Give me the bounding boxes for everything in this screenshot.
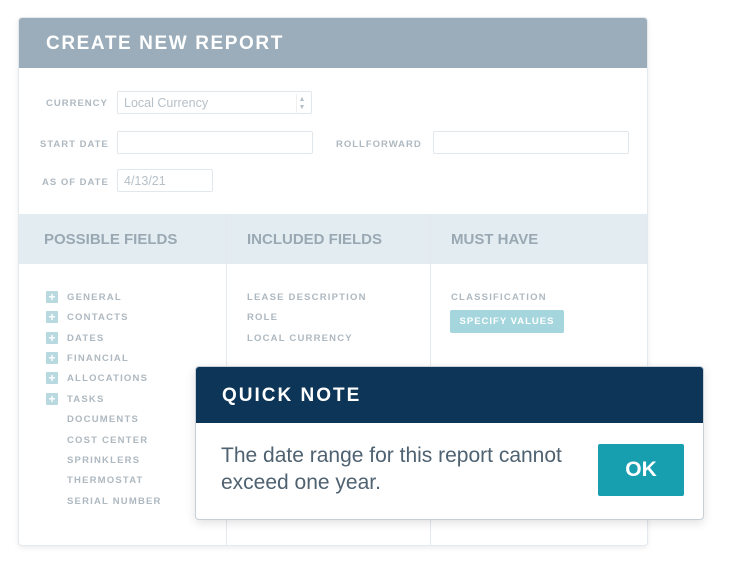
quick-note-modal: QUICK NOTE The date range for this repor…: [195, 366, 704, 520]
card-title: CREATE NEW REPORT: [46, 33, 284, 54]
start-date-input[interactable]: [117, 131, 313, 154]
rollforward-label: ROLLFORWARD: [336, 139, 422, 150]
possible-field-financial[interactable]: FINANCIAL: [67, 353, 129, 364]
plus-icon[interactable]: +: [46, 393, 58, 405]
possible-field-documents[interactable]: DOCUMENTS: [67, 414, 139, 425]
modal-title: QUICK NOTE: [222, 385, 362, 406]
possible-field-contacts[interactable]: CONTACTS: [67, 312, 129, 323]
included-field-local-currency[interactable]: LOCAL CURRENCY: [247, 333, 353, 344]
plus-icon[interactable]: +: [46, 352, 58, 364]
possible-field-allocations[interactable]: ALLOCATIONS: [67, 373, 148, 384]
as-of-date-label: AS OF DATE: [42, 177, 109, 188]
modal-message: The date range for this report cannot ex…: [221, 444, 562, 494]
start-date-label: START DATE: [40, 139, 109, 150]
currency-label: CURRENCY: [46, 98, 108, 109]
possible-field-dates[interactable]: DATES: [67, 333, 105, 344]
card-header: CREATE NEW REPORT: [19, 18, 647, 68]
possible-field-thermostat[interactable]: THERMOSTAT: [67, 475, 144, 486]
ok-button[interactable]: OK: [598, 444, 684, 496]
included-field-role[interactable]: ROLE: [247, 312, 278, 323]
plus-icon[interactable]: +: [46, 291, 58, 303]
columns-header: POSSIBLE FIELDS INCLUDED FIELDS MUST HAV…: [19, 214, 647, 264]
rollforward-input[interactable]: [433, 131, 629, 154]
included-fields-title: INCLUDED FIELDS: [247, 231, 382, 248]
currency-value: Local Currency: [124, 96, 209, 110]
modal-header: QUICK NOTE: [196, 367, 703, 423]
must-have-classification[interactable]: CLASSIFICATION: [451, 292, 547, 303]
as-of-date-input[interactable]: 4/13/21: [117, 169, 213, 192]
possible-field-cost-center[interactable]: COST CENTER: [67, 435, 148, 446]
included-field-lease-description[interactable]: LEASE DESCRIPTION: [247, 292, 367, 303]
must-have-title: MUST HAVE: [451, 231, 539, 248]
possible-field-serial-number[interactable]: SERIAL NUMBER: [67, 496, 162, 507]
plus-icon[interactable]: +: [46, 311, 58, 323]
possible-field-general[interactable]: GENERAL: [67, 292, 122, 303]
possible-fields-title: POSSIBLE FIELDS: [44, 231, 178, 248]
possible-field-sprinklers[interactable]: SPRINKLERS: [67, 455, 140, 466]
plus-icon[interactable]: +: [46, 332, 58, 344]
updown-arrows-icon: ▲ ▼: [296, 94, 307, 114]
plus-icon[interactable]: +: [46, 372, 58, 384]
currency-select[interactable]: Local Currency ▲ ▼: [117, 91, 312, 114]
possible-field-tasks[interactable]: TASKS: [67, 394, 105, 405]
specify-values-button[interactable]: SPECIFY VALUES: [450, 310, 564, 333]
